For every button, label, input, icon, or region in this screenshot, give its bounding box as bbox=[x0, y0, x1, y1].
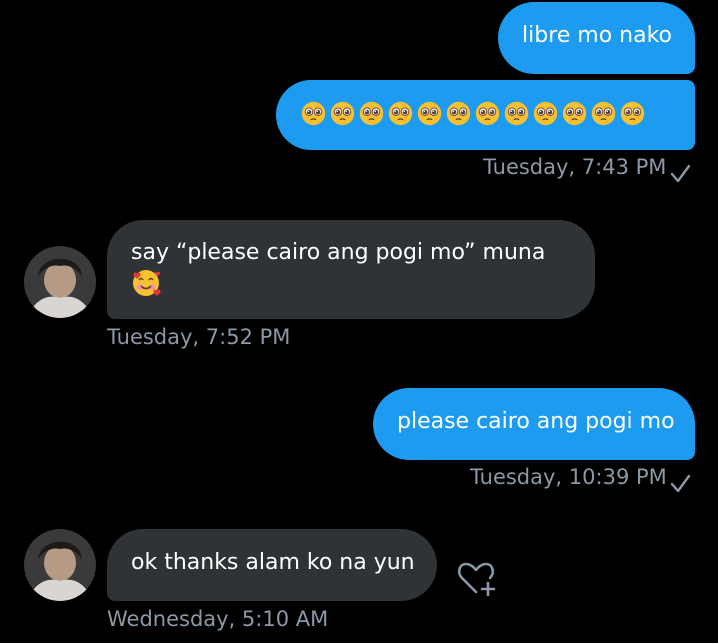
pleading-face-emoji bbox=[591, 101, 616, 126]
pleading-face-emoji bbox=[562, 101, 587, 126]
pleading-face-emoji bbox=[475, 101, 500, 126]
pleading-face-emoji bbox=[330, 101, 355, 126]
received-message-bubble[interactable]: ok thanks alam ko na yun bbox=[107, 529, 437, 601]
checkmark-icon bbox=[670, 164, 691, 183]
message-text: say “please cairo ang pogi mo” muna bbox=[131, 240, 546, 265]
received-message-bubble[interactable]: say “please cairo ang pogi mo” muna bbox=[107, 220, 595, 319]
smiling-face-with-hearts-emoji bbox=[133, 270, 161, 296]
sent-message-bubble[interactable]: please cairo ang pogi mo bbox=[373, 388, 695, 460]
message-timestamp: Tuesday, 7:43 PM bbox=[483, 155, 667, 179]
emoji-row bbox=[300, 100, 671, 127]
pleading-face-emoji bbox=[620, 101, 645, 126]
message-timestamp: Wednesday, 5:10 AM bbox=[107, 607, 329, 631]
message-text: please cairo ang pogi mo bbox=[397, 409, 675, 434]
avatar[interactable] bbox=[24, 529, 96, 601]
message-text: libre mo nako bbox=[522, 23, 673, 48]
message-timestamp: Tuesday, 7:52 PM bbox=[107, 325, 291, 349]
pleading-face-emoji bbox=[417, 101, 442, 126]
avatar[interactable] bbox=[24, 246, 96, 318]
pleading-face-emoji bbox=[388, 101, 413, 126]
pleading-face-emoji bbox=[359, 101, 384, 126]
sent-message-bubble[interactable] bbox=[276, 80, 695, 150]
message-timestamp: Tuesday, 10:39 PM bbox=[470, 465, 667, 489]
pleading-face-emoji bbox=[446, 101, 471, 126]
sent-message-bubble[interactable]: libre mo nako bbox=[498, 2, 695, 74]
pleading-face-emoji bbox=[301, 101, 326, 126]
heart-plus-icon[interactable] bbox=[455, 556, 499, 600]
pleading-face-emoji bbox=[504, 101, 529, 126]
pleading-face-emoji bbox=[533, 101, 558, 126]
message-text: ok thanks alam ko na yun bbox=[131, 550, 415, 575]
checkmark-icon bbox=[670, 474, 691, 493]
